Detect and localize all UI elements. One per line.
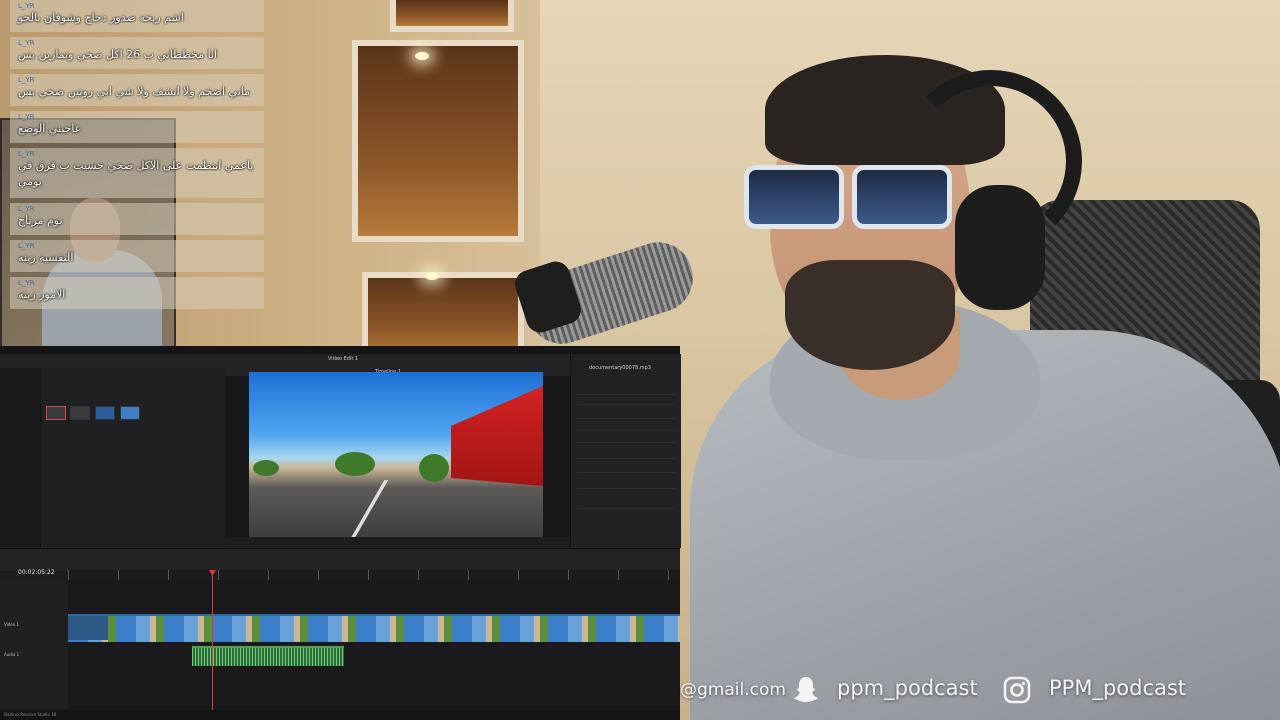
chat-text: انا مخططاتي ب 26 اكل صحي وتمارين بس	[18, 48, 218, 61]
road-lane-marking	[349, 480, 389, 537]
inspector-row[interactable]	[577, 426, 675, 431]
niche-light	[425, 272, 439, 280]
chat-message: L_YR انا مخططاتي ب 26 اكل صحي وتمارين بس	[10, 37, 264, 69]
chat-username: L_YR	[18, 2, 35, 10]
chat-text: الامور زينه	[18, 288, 66, 301]
chat-text: ياعمي انتظمت على الاكل صحي حسيت ب فرق في…	[18, 159, 254, 188]
track-headers[interactable]: Video 1 Audio 1	[0, 580, 69, 720]
wall-niche-upper	[390, 0, 514, 32]
media-clip-thumb[interactable]	[95, 406, 115, 420]
chat-text: نوم مرتاح	[18, 214, 63, 227]
chat-message: L_YR اشم ريحه صدور دجاج وشوفان بالجو	[10, 0, 264, 32]
media-pool[interactable]	[0, 368, 226, 548]
beard	[785, 260, 955, 370]
email-handle: @gmail.com	[680, 680, 786, 700]
timeline-toolbar[interactable]	[0, 548, 680, 571]
media-clip-thumb[interactable]	[46, 406, 66, 420]
chat-message: L_YR عاجبني الوضع	[10, 111, 264, 143]
chat-message: L_YR النفسيه زينه	[10, 240, 264, 272]
video-frame	[249, 372, 543, 537]
inspector-row[interactable]	[577, 400, 675, 405]
inspector-row[interactable]	[577, 414, 675, 419]
video-clip-gap[interactable]	[68, 616, 108, 640]
chat-username: L_YR	[18, 76, 35, 84]
chat-text: عاجبني الوضع	[18, 122, 82, 135]
chat-username: L_YR	[18, 113, 35, 121]
chat-username: L_YR	[18, 150, 35, 158]
snapchat-ghost-icon	[794, 677, 818, 702]
headphone-cup	[955, 185, 1045, 310]
audio-clip[interactable]	[192, 646, 344, 666]
chat-message: L_YR نوم مرتاح	[10, 203, 264, 235]
playback-controls[interactable]	[225, 537, 570, 548]
playhead[interactable]	[212, 570, 213, 720]
chat-message: L_YR ياعمي انتظمت على الاكل صحي حسيت ب ف…	[10, 148, 264, 198]
inspector-row[interactable]	[577, 484, 675, 489]
media-bin-tree[interactable]	[0, 368, 41, 548]
instagram-icon	[1003, 676, 1031, 704]
tree	[253, 460, 279, 476]
inspector-row[interactable]	[577, 454, 675, 459]
video-clip[interactable]	[68, 614, 680, 642]
timeline-timecode: 00:02:05:22	[18, 569, 55, 576]
tree	[335, 452, 375, 476]
lens-left	[744, 165, 844, 229]
chat-text: النفسيه زينه	[18, 251, 74, 264]
ceiling-light	[415, 52, 429, 60]
chat-message: L_YR الامور زينه	[10, 277, 264, 309]
chat-username: L_YR	[18, 205, 35, 213]
chat-overlay: L_YR اشم ريحه صدور دجاج وشوفان بالجو L_Y…	[10, 0, 264, 314]
chat-text: مابي اضخم ولا انشف ولا شي ابي روتين صحي …	[18, 85, 250, 98]
media-clip-thumb[interactable]	[120, 406, 140, 420]
inspector-row[interactable]	[577, 438, 675, 443]
app-name: DaVinci Resolve Studio 18	[4, 712, 57, 717]
menu-bar[interactable]	[0, 346, 680, 354]
instagram-handle: PPM_podcast	[1049, 676, 1187, 700]
chat-username: L_YR	[18, 39, 35, 47]
status-bar: DaVinci Resolve Studio 18	[0, 710, 680, 720]
chat-username: L_YR	[18, 242, 35, 250]
audio-track-label: Audio 1	[4, 652, 20, 657]
project-title: Video Edit 1	[328, 356, 359, 362]
resolve-editor-window[interactable]: Video Edit 1 Timeline 1 documentary00078…	[0, 346, 681, 720]
video-track-label: Video 1	[4, 622, 20, 627]
inspector-row[interactable]	[577, 468, 675, 473]
inspector-panel[interactable]: documentary00078.mp3	[570, 354, 681, 548]
chat-message: L_YR مابي اضخم ولا انشف ولا شي ابي روتين…	[10, 74, 264, 106]
snapchat-handle: ppm_podcast	[837, 676, 978, 700]
media-clip-thumb[interactable]	[70, 406, 90, 420]
inspector-row[interactable]	[577, 390, 675, 395]
tree	[419, 454, 449, 482]
wall-niche-top	[352, 40, 524, 242]
timeline-tracks[interactable]	[68, 580, 680, 720]
social-footer: @gmail.com ppm_podcast PPM_podcast	[680, 672, 1280, 706]
timeline-viewer[interactable]: Timeline 1	[225, 368, 570, 548]
chat-username: L_YR	[18, 279, 35, 287]
chat-text: اشم ريحه صدور دجاج وشوفان بالجو	[18, 11, 184, 24]
red-building	[451, 386, 543, 486]
inspector-file: documentary00078.mp3	[589, 365, 652, 371]
inspector-row[interactable]	[577, 504, 675, 509]
